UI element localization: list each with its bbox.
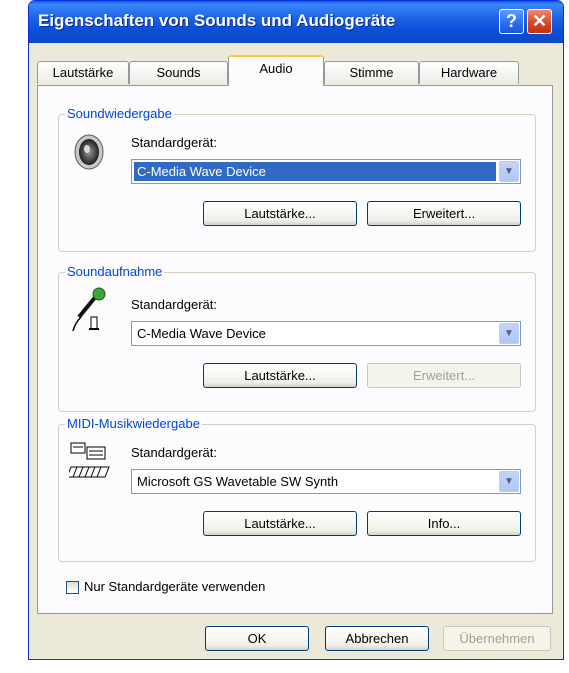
playback-legend: Soundwiedergabe <box>65 106 174 121</box>
playback-volume-button[interactable]: Lautstärke... <box>203 201 357 226</box>
chevron-down-icon[interactable]: ▼ <box>499 471 519 492</box>
midi-keyboard-icon <box>69 442 110 478</box>
window-title: Eigenschaften von Sounds und Audiogeräte <box>38 11 396 30</box>
tab-stimme[interactable]: Stimme <box>324 61 419 84</box>
recording-device-value: C-Media Wave Device <box>137 326 266 341</box>
midi-device-value: Microsoft GS Wavetable SW Synth <box>137 474 339 489</box>
midi-legend: MIDI-Musikwiedergabe <box>65 416 202 431</box>
chevron-down-icon[interactable]: ▼ <box>499 323 519 344</box>
midi-group: MIDI-Musikwiedergabe Standardgerät: Micr… <box>58 416 536 562</box>
cancel-button[interactable]: Abbrechen <box>325 626 429 651</box>
playback-advanced-button[interactable]: Erweitert... <box>367 201 521 226</box>
audio-tab-page: Soundwiedergabe Standardgerät: C-Media W… <box>37 85 553 614</box>
tab-hardware[interactable]: Hardware <box>419 61 519 84</box>
playback-device-value: C-Media Wave Device <box>134 162 496 181</box>
recording-legend: Soundaufnahme <box>65 264 165 279</box>
tab-audio[interactable]: Audio <box>228 55 324 86</box>
microphone-icon <box>72 287 106 332</box>
apply-button: Übernehmen <box>443 626 551 651</box>
recording-advanced-button: Erweitert... <box>367 363 521 388</box>
playback-group: Soundwiedergabe Standardgerät: C-Media W… <box>58 106 536 252</box>
properties-window: Eigenschaften von Sounds und Audiogeräte… <box>28 0 564 660</box>
only-default-devices-checkbox[interactable] <box>66 581 79 594</box>
close-button[interactable]: ✕ <box>527 9 552 34</box>
tab-lautstaerke[interactable]: Lautstärke <box>37 61 129 84</box>
midi-device-label: Standardgerät: <box>131 445 218 460</box>
midi-volume-button[interactable]: Lautstärke... <box>203 511 357 536</box>
recording-volume-button[interactable]: Lautstärke... <box>203 363 357 388</box>
chevron-down-icon[interactable]: ▼ <box>499 161 519 182</box>
midi-device-select[interactable]: Microsoft GS Wavetable SW Synth ▼ <box>131 469 521 494</box>
playback-device-select[interactable]: C-Media Wave Device ▼ <box>131 159 521 184</box>
recording-device-label: Standardgerät: <box>131 297 218 312</box>
tab-sounds[interactable]: Sounds <box>129 61 228 84</box>
playback-device-label: Standardgerät: <box>131 135 218 150</box>
midi-info-button[interactable]: Info... <box>367 511 521 536</box>
recording-group: Soundaufnahme Standardgerät: C-Media Wav… <box>58 264 536 412</box>
help-button[interactable]: ? <box>499 9 524 34</box>
ok-button[interactable]: OK <box>205 626 309 651</box>
tab-strip: Lautstärke Sounds Audio Stimme Hardware <box>29 53 563 86</box>
only-default-devices-label[interactable]: Nur Standardgeräte verwenden <box>84 579 265 594</box>
recording-device-select[interactable]: C-Media Wave Device ▼ <box>131 321 521 346</box>
title-bar[interactable]: Eigenschaften von Sounds und Audiogeräte… <box>29 1 563 43</box>
speaker-icon <box>74 134 104 170</box>
